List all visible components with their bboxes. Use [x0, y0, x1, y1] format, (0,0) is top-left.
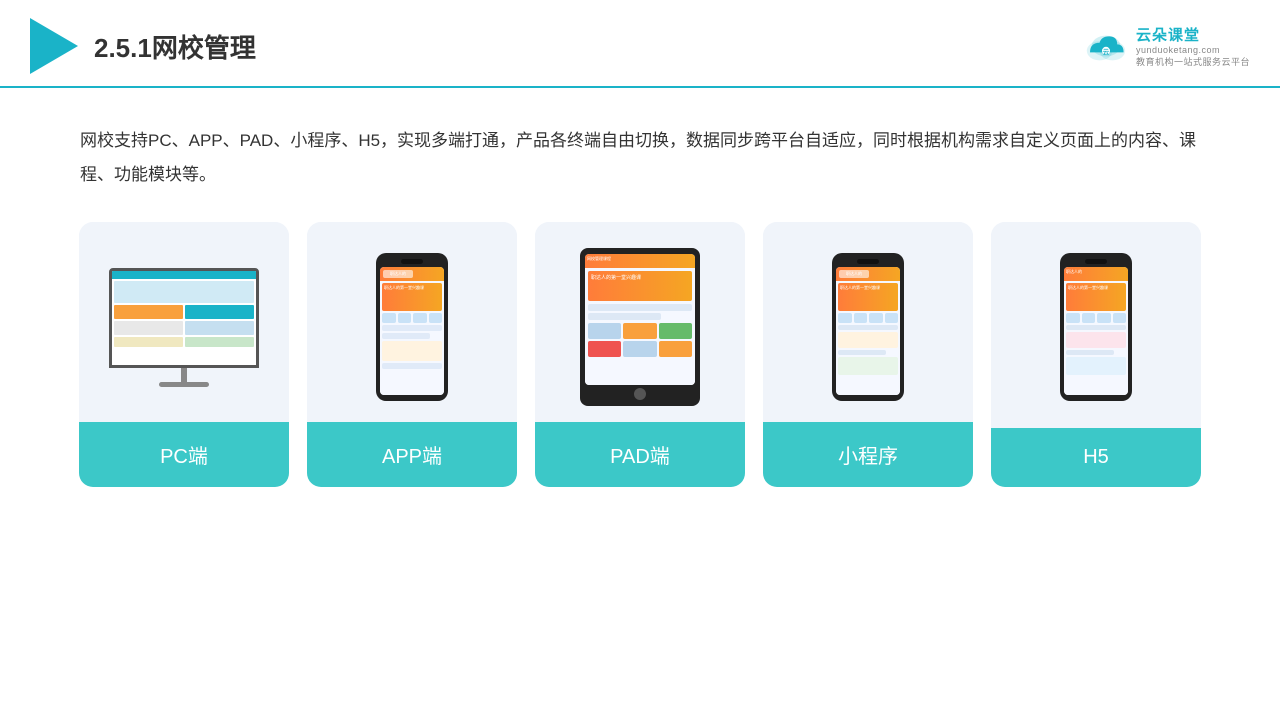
- logo-triangle-icon: [30, 18, 78, 74]
- card-pc-label: PC端: [79, 422, 289, 487]
- page-header: 2.5.1网校管理 云 云朵课堂 yunduoketang.com 教育机构一站…: [0, 0, 1280, 88]
- page-title: 2.5.1网校管理: [94, 28, 256, 65]
- cards-container: PC端 职达人的 职达人的第一堂兴趣课: [0, 212, 1280, 507]
- description-text: 网校支持PC、APP、PAD、小程序、H5，实现多端打通，产品各终端自由切换，数…: [0, 88, 1280, 212]
- miniapp-phone-icon: 职达人的 职达人的第一堂兴趣课: [832, 253, 904, 401]
- card-h5: 职达人的 职达人的第一堂兴趣课: [991, 222, 1201, 487]
- brand-tagline: 教育机构一站式服务云平台: [1136, 55, 1250, 68]
- svg-text:云: 云: [1103, 48, 1110, 56]
- card-pad: 网校管理课程 职达人的第一堂兴趣课: [535, 222, 745, 487]
- card-pc: PC端: [79, 222, 289, 487]
- card-app-image: 职达人的 职达人的第一堂兴趣课: [307, 222, 517, 422]
- brand-logo: 云 云朵课堂 yunduoketang.com 教育机构一站式服务云平台: [1082, 24, 1250, 68]
- card-app: 职达人的 职达人的第一堂兴趣课: [307, 222, 517, 487]
- card-miniapp-label: 小程序: [763, 422, 973, 487]
- description-paragraph: 网校支持PC、APP、PAD、小程序、H5，实现多端打通，产品各终端自由切换，数…: [80, 124, 1200, 192]
- pc-monitor-icon: [109, 268, 259, 387]
- card-app-label: APP端: [307, 422, 517, 487]
- brand-url: yunduoketang.com: [1136, 45, 1220, 55]
- h5-phone-icon: 职达人的 职达人的第一堂兴趣课: [1060, 253, 1132, 401]
- card-pad-image: 网校管理课程 职达人的第一堂兴趣课: [535, 222, 745, 422]
- app-phone-icon: 职达人的 职达人的第一堂兴趣课: [376, 253, 448, 401]
- brand-text: 云朵课堂 yunduoketang.com 教育机构一站式服务云平台: [1136, 24, 1250, 68]
- brand-name: 云朵课堂: [1136, 24, 1200, 45]
- header-left: 2.5.1网校管理: [30, 18, 256, 74]
- card-h5-image: 职达人的 职达人的第一堂兴趣课: [991, 222, 1201, 422]
- card-h5-label: H5: [991, 428, 1201, 487]
- card-pad-label: PAD端: [535, 422, 745, 487]
- card-miniapp: 职达人的 职达人的第一堂兴趣课: [763, 222, 973, 487]
- header-right: 云 云朵课堂 yunduoketang.com 教育机构一站式服务云平台: [1082, 24, 1250, 68]
- pad-tablet-icon: 网校管理课程 职达人的第一堂兴趣课: [580, 248, 700, 406]
- card-pc-image: [79, 222, 289, 422]
- cloud-icon: 云: [1082, 28, 1130, 64]
- card-miniapp-image: 职达人的 职达人的第一堂兴趣课: [763, 222, 973, 422]
